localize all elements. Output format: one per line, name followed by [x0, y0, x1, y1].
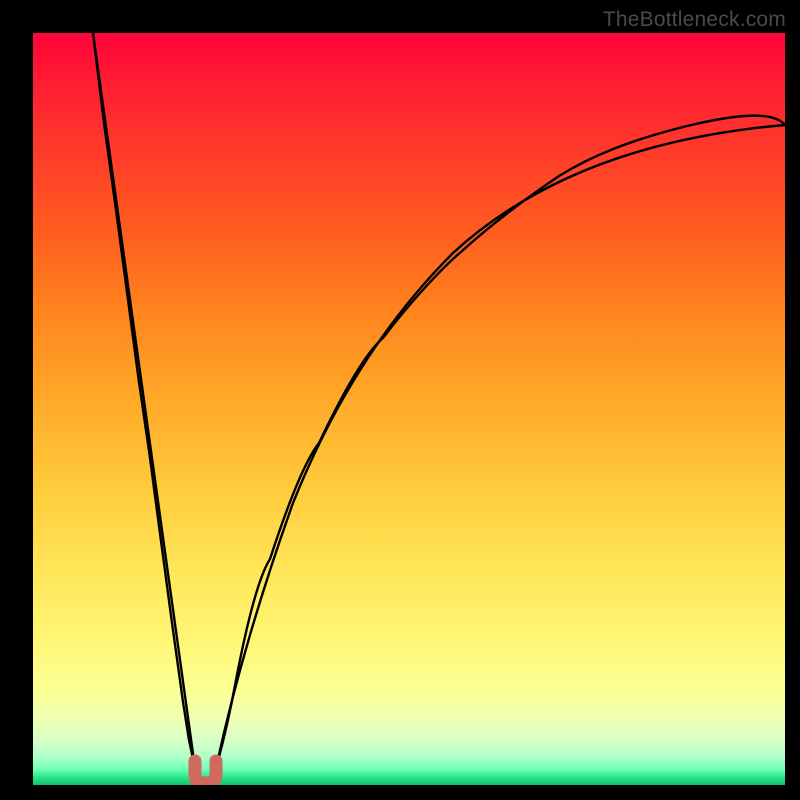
- full-bottleneck-curve: [93, 33, 785, 768]
- minimum-marker: [195, 761, 216, 783]
- chart-frame: TheBottleneck.com: [0, 0, 800, 800]
- right-branch-curve: [216, 116, 785, 768]
- watermark-text: TheBottleneck.com: [603, 8, 786, 32]
- plot-area: [33, 33, 785, 785]
- curve-layer: [33, 33, 785, 785]
